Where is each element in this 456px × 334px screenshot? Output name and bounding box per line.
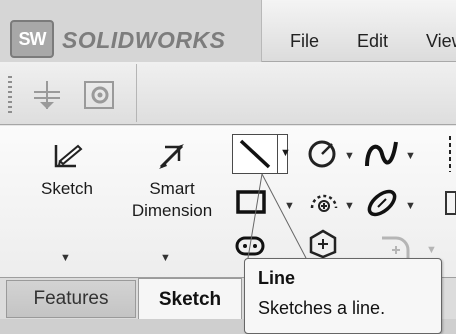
ellipse-dropdown-arrow[interactable]: ▼ <box>405 200 416 212</box>
sketch-dropdown-arrow[interactable]: ▼ <box>60 252 71 264</box>
snap-grid-icon[interactable] <box>30 78 64 112</box>
sketch-fillet-icon[interactable] <box>378 230 418 258</box>
smart-dimension-label-line2: Dimension <box>131 201 213 220</box>
tooltip-description: Sketches a line. <box>258 298 386 318</box>
menu-file[interactable]: File <box>290 31 319 52</box>
smart-dimension-button[interactable]: Smart Dimension <box>118 140 226 222</box>
tooltip-title: Line <box>258 268 296 288</box>
fillet-dropdown-arrow[interactable]: ▼ <box>426 244 437 256</box>
tab-sketch[interactable]: Sketch <box>138 278 242 320</box>
spline-icon[interactable] <box>362 134 402 172</box>
solidworks-logo-icon[interactable]: SW <box>10 20 54 58</box>
line-button-divider <box>277 134 278 174</box>
line-icon <box>239 139 271 169</box>
line-button[interactable]: ▼ <box>232 134 291 174</box>
polygon-icon[interactable] <box>306 228 340 258</box>
line-dropdown-arrow[interactable]: ▼ <box>280 147 291 159</box>
arc-dropdown-arrow[interactable]: ▼ <box>344 200 355 212</box>
smart-dimension-label-line1: Smart <box>149 179 195 198</box>
sketch-icon <box>54 144 83 168</box>
centerline-icon[interactable] <box>444 134 456 174</box>
sketch-button[interactable]: Sketch <box>26 140 108 200</box>
smart-dimension-icon <box>159 144 184 169</box>
sketch-button-label: Sketch <box>41 179 93 198</box>
brand-name: SOLIDWORKS <box>62 27 226 53</box>
ellipse-icon[interactable] <box>364 186 400 220</box>
spline-dropdown-arrow[interactable]: ▼ <box>405 150 416 162</box>
circle-icon[interactable] <box>306 136 340 170</box>
toolbar-grip-handle[interactable] <box>8 76 12 114</box>
circle-dropdown-arrow[interactable]: ▼ <box>344 150 355 162</box>
rectangle-icon[interactable] <box>234 186 270 220</box>
menu-edit[interactable]: Edit <box>357 31 388 52</box>
arc-icon[interactable] <box>306 186 342 220</box>
slot-icon[interactable] <box>234 232 268 260</box>
offset-icon[interactable] <box>444 186 456 220</box>
options-gear-icon[interactable] <box>82 78 118 112</box>
quick-toolbar <box>0 62 456 125</box>
rectangle-dropdown-arrow[interactable]: ▼ <box>284 200 295 212</box>
tab-features[interactable]: Features <box>6 280 136 318</box>
smart-dimension-dropdown-arrow[interactable]: ▼ <box>160 252 171 264</box>
toolbar-separator <box>136 64 137 122</box>
menu-view[interactable]: View <box>426 31 456 52</box>
